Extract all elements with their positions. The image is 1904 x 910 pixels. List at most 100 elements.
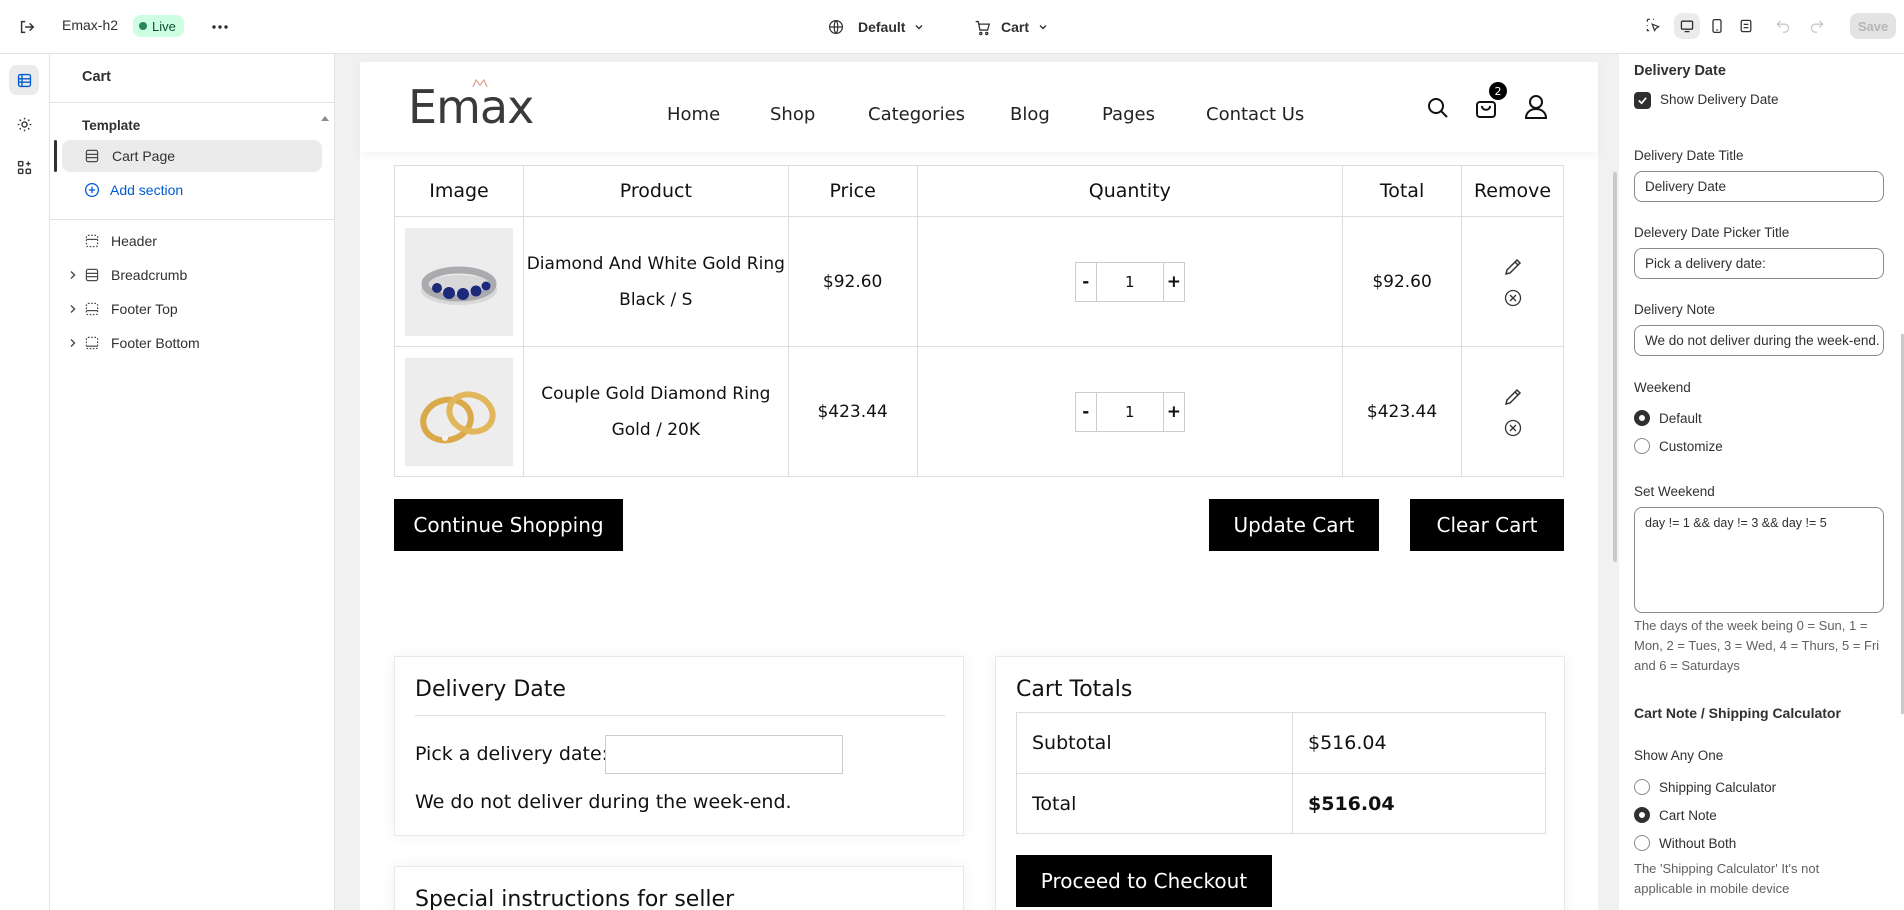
account-icon[interactable] <box>1524 94 1548 120</box>
nav-blog[interactable]: Blog <box>1010 104 1050 125</box>
preview-scrollbar[interactable] <box>1613 172 1617 562</box>
radio-label: Shipping Calculator <box>1659 779 1777 795</box>
picker-title-field[interactable]: Pick a delivery date: <box>1634 248 1884 279</box>
delivery-date-input[interactable] <box>605 735 843 774</box>
delivery-picker-label: Pick a delivery date: <box>415 743 609 765</box>
product-image-rings[interactable] <box>404 357 513 466</box>
add-section-button[interactable]: Add section <box>50 173 335 207</box>
radio-selected-icon <box>1634 807 1650 823</box>
more-options-icon[interactable] <box>208 16 232 38</box>
section-footer-top[interactable]: Footer Top <box>50 292 335 326</box>
subtotal-value: $516.04 <box>1308 732 1387 754</box>
remove-cell <box>1461 346 1564 477</box>
qty-increase-button[interactable]: + <box>1164 263 1184 301</box>
weekend-label: Weekend <box>1634 380 1691 395</box>
save-button[interactable]: Save <box>1850 13 1896 39</box>
footer-section-icon <box>85 336 99 350</box>
show-option-without-both[interactable]: Without Both <box>1634 835 1736 851</box>
qty-decrease-button[interactable]: - <box>1076 393 1096 431</box>
theme-select-label: Default <box>858 19 906 35</box>
undo-icon[interactable] <box>1772 14 1794 36</box>
update-cart-button[interactable]: Update Cart <box>1209 499 1379 551</box>
theme-select[interactable]: Default <box>828 15 925 39</box>
picker-title-label: Delevery Date Picker Title <box>1634 225 1790 240</box>
template-item-label: Cart Page <box>112 148 176 164</box>
product-variant: Gold / 20K <box>611 419 701 440</box>
logo-crown-icon <box>472 78 488 88</box>
nav-categories[interactable]: Categories <box>868 104 965 125</box>
set-weekend-textarea[interactable]: day != 1 && day != 3 && day != 5 <box>1634 507 1884 613</box>
selected-indicator <box>54 140 57 172</box>
col-header-quantity: Quantity <box>916 165 1344 217</box>
inspector-icon[interactable] <box>1642 14 1664 36</box>
section-footer-bottom[interactable]: Footer Bottom <box>50 326 335 360</box>
radio-selected-icon <box>1634 410 1650 426</box>
chevron-right-icon[interactable] <box>68 270 78 280</box>
weekend-option-customize[interactable]: Customize <box>1634 438 1723 454</box>
nav-shop[interactable]: Shop <box>770 104 815 125</box>
store-name[interactable]: Emax-h2 <box>62 17 118 33</box>
settings-section-title: Delivery Date <box>1634 63 1726 79</box>
delivery-note-field[interactable]: We do not deliver during the week-end. <box>1634 325 1884 356</box>
template-item-cart-page[interactable]: Cart Page <box>62 140 322 172</box>
store-logo[interactable]: Emax <box>408 80 534 134</box>
nav-pages[interactable]: Pages <box>1102 104 1155 125</box>
mobile-view-icon[interactable] <box>1705 14 1729 38</box>
chevron-right-icon[interactable] <box>68 338 78 348</box>
remove-cell <box>1461 216 1564 347</box>
sections-icon[interactable] <box>9 65 39 95</box>
quantity-cell: - 1 + <box>916 346 1344 477</box>
remove-x-icon[interactable] <box>1504 289 1522 307</box>
quantity-stepper: - 1 + <box>1074 261 1185 302</box>
table-row: Diamond And White Gold Ring Black / S $9… <box>394 216 1564 347</box>
product-image-cell <box>394 216 524 347</box>
delivery-title-field[interactable]: Delivery Date <box>1634 171 1884 202</box>
scroll-up-icon[interactable] <box>321 108 329 124</box>
exit-icon[interactable] <box>16 16 38 38</box>
nav-home[interactable]: Home <box>667 104 720 125</box>
page-select[interactable]: Cart <box>974 15 1049 39</box>
weekend-option-default[interactable]: Default <box>1634 410 1702 426</box>
product-name[interactable]: Diamond And White Gold Ring <box>524 246 788 282</box>
settings-gear-icon[interactable] <box>9 109 39 139</box>
add-section-label: Add section <box>110 182 184 198</box>
chevron-down-icon <box>915 25 923 30</box>
col-header-product: Product <box>522 165 789 217</box>
radio-unselected-icon <box>1634 438 1650 454</box>
continue-shopping-button[interactable]: Continue Shopping <box>394 499 623 551</box>
qty-input[interactable]: 1 <box>1095 392 1164 431</box>
qty-increase-button[interactable]: + <box>1164 393 1184 431</box>
live-badge-label: Live <box>152 18 176 34</box>
proceed-to-checkout-button[interactable]: Proceed to Checkout <box>1016 855 1272 907</box>
divider <box>50 102 334 103</box>
section-layout-icon <box>85 268 99 282</box>
desktop-view-icon[interactable] <box>1674 13 1700 39</box>
total-cell: $423.44 <box>1342 346 1463 477</box>
edit-pencil-icon[interactable] <box>1503 387 1523 407</box>
remove-x-icon[interactable] <box>1504 419 1522 437</box>
section-label: Footer Top <box>111 301 178 317</box>
price-cell: $92.60 <box>787 216 918 347</box>
section-breadcrumb[interactable]: Breadcrumb <box>50 258 335 292</box>
chevron-right-icon[interactable] <box>68 304 78 314</box>
redo-icon[interactable] <box>1806 14 1828 36</box>
nav-contact-us[interactable]: Contact Us <box>1206 104 1304 125</box>
product-variant: Black / S <box>619 289 693 310</box>
apps-icon[interactable] <box>9 152 39 182</box>
section-header[interactable]: Header <box>50 224 335 258</box>
qty-input[interactable]: 1 <box>1095 262 1164 301</box>
show-option-cart-note[interactable]: Cart Note <box>1634 807 1717 823</box>
divider <box>50 219 334 220</box>
product-name[interactable]: Couple Gold Diamond Ring <box>524 376 788 412</box>
edit-pencil-icon[interactable] <box>1503 257 1523 277</box>
show-option-shipping-calculator[interactable]: Shipping Calculator <box>1634 779 1776 795</box>
delivery-title: Delivery Date <box>415 677 566 702</box>
product-image-ring[interactable] <box>404 227 513 336</box>
divider <box>415 715 945 716</box>
special-instructions-box: Special instructions for seller <box>394 866 964 910</box>
clear-cart-button[interactable]: Clear Cart <box>1410 499 1564 551</box>
qty-decrease-button[interactable]: - <box>1076 263 1096 301</box>
cart-count-badge: 2 <box>1489 82 1507 100</box>
search-icon[interactable] <box>1427 97 1449 119</box>
fullscreen-view-icon[interactable] <box>1734 14 1758 38</box>
